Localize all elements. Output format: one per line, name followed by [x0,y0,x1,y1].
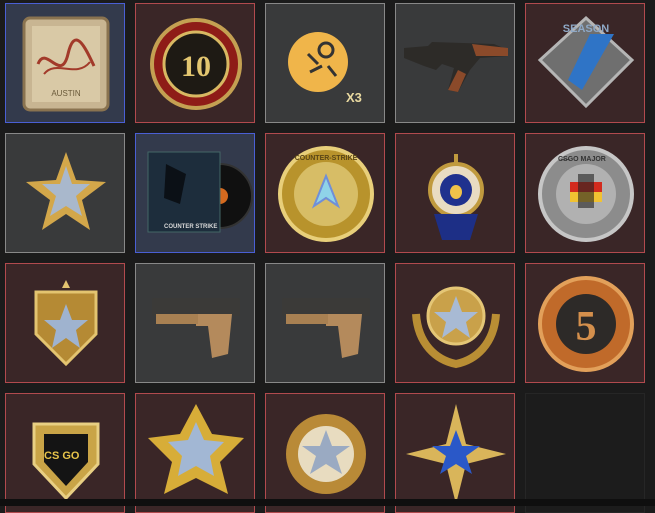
bottom-scroll-bar [0,499,655,506]
svg-text:AUSTIN: AUSTIN [51,89,81,98]
inventory-item-five-year-coin[interactable]: 5 [525,263,645,383]
inventory-item-keychain-x3[interactable]: X3 [265,3,385,123]
wreath-medal-icon [412,286,500,369]
gold-coin-icon: COUNTER-STRIKE [278,146,374,242]
csgo-badge-label: CS GO [44,450,80,462]
inventory-item-blue-star-medal[interactable] [395,393,515,513]
ak47-rifle-icon [404,42,508,92]
inventory-item-autographed-sticker[interactable]: AUSTIN [5,3,125,123]
svg-text:10: 10 [181,50,211,83]
inventory-item-major-coin[interactable]: C̶S̶GO MAJOR [525,133,645,253]
inventory-item-shield-medal[interactable] [5,263,125,383]
glock-pistol-icon [152,298,240,358]
keychain-x3-icon [288,32,348,92]
major-coin-icon [538,146,634,242]
season-coin-icon: SEASON [537,15,635,109]
gold-coin-label: COUNTER-STRIKE [295,155,358,162]
shield-medal-icon [34,280,98,367]
inventory-item-glock-1[interactable] [135,263,255,383]
ten-year-coin-icon: 10 [150,18,242,110]
inventory-item-ak47[interactable] [395,3,515,123]
gold-star-medal-icon [148,404,244,494]
autographed-sticker-icon: AUSTIN [22,16,110,112]
inventory-item-ten-year-coin[interactable]: 10 [135,3,255,123]
inventory-item-gold-coin[interactable]: COUNTER-STRIKE [265,133,385,253]
cupcake-pin-icon [428,154,484,240]
music-kit-label: COUNTER STRIKE [164,224,218,230]
season-label: SEASON [563,23,610,35]
inventory-item-silver-star-medal[interactable] [265,393,385,513]
inventory-item-service-medal[interactable] [5,133,125,253]
inventory-item-gold-star-medal[interactable] [135,393,255,513]
silver-star-medal-icon [286,414,366,494]
inventory-item-glock-2[interactable] [265,263,385,383]
five-year-veteran-coin-icon: 5 [538,276,634,372]
inventory-grid: AUSTIN 10 X3 SEASON COUNTER STRIKE COUNT… [0,0,655,513]
major-coin-label: C̶S̶GO MAJOR [558,156,606,163]
glock-pistol-icon [282,298,370,358]
inventory-item-wreath-medal[interactable] [395,263,515,383]
blue-star-medal-icon [406,404,506,504]
service-medal-star-icon [26,152,106,230]
five-year-label: 5 [576,304,597,350]
inventory-item-cupcake-pin[interactable] [395,133,515,253]
inventory-item-season-coin[interactable]: SEASON [525,3,645,123]
inventory-item-music-kit[interactable]: COUNTER STRIKE [135,133,255,253]
stack-count-label: X3 [346,90,362,105]
inventory-empty-slot [525,393,645,513]
inventory-item-csgo-badge[interactable]: CS GO [5,393,125,513]
music-kit-icon [147,151,253,233]
